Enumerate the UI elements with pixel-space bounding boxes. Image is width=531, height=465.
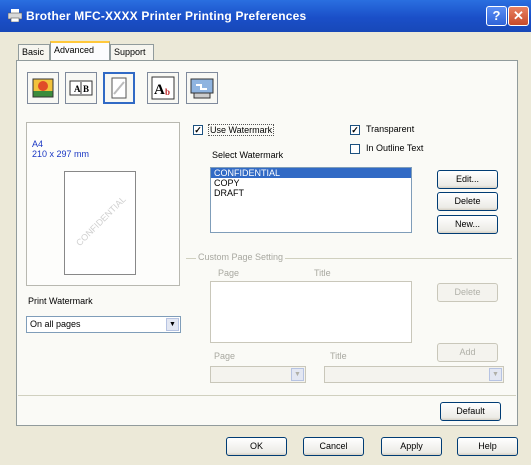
print-watermark-select[interactable]: On all pages ▼ bbox=[26, 316, 181, 333]
ok-button[interactable]: OK bbox=[226, 437, 287, 456]
settings-icon[interactable] bbox=[186, 72, 218, 104]
title-field-label: Title bbox=[330, 351, 347, 361]
window-title: Brother MFC-XXXX Printer Printing Prefer… bbox=[26, 9, 307, 23]
preview-watermark-text: CONFIDENTIAL bbox=[74, 194, 128, 248]
paper-size-label: A4 bbox=[32, 139, 44, 149]
watermark-icon[interactable] bbox=[103, 72, 135, 104]
scaling-icon[interactable]: AB bbox=[65, 72, 97, 104]
title-bar: Brother MFC-XXXX Printer Printing Prefer… bbox=[0, 0, 531, 32]
print-watermark-value: On all pages bbox=[30, 319, 81, 329]
printer-icon bbox=[8, 9, 22, 22]
svg-text:A: A bbox=[74, 84, 81, 94]
apply-button[interactable]: Apply bbox=[381, 437, 442, 456]
use-watermark-checkbox[interactable]: ✓ bbox=[193, 125, 203, 135]
chevron-down-icon[interactable]: ▼ bbox=[166, 318, 179, 331]
chevron-down-icon[interactable]: ▼ bbox=[291, 368, 304, 381]
chevron-down-icon[interactable]: ▼ bbox=[489, 368, 502, 381]
custom-page-list[interactable] bbox=[210, 281, 412, 343]
outline-text-checkbox[interactable] bbox=[350, 144, 360, 154]
paper-dims-label: 210 x 297 mm bbox=[32, 149, 90, 159]
title-select[interactable]: ▼ bbox=[324, 366, 504, 383]
list-item[interactable]: COPY bbox=[211, 178, 411, 188]
page-select[interactable]: ▼ bbox=[210, 366, 306, 383]
svg-text:A: A bbox=[154, 82, 165, 98]
select-watermark-label: Select Watermark bbox=[212, 150, 284, 160]
print-watermark-label: Print Watermark bbox=[28, 296, 93, 306]
list-item[interactable]: DRAFT bbox=[211, 188, 411, 198]
custom-page-setting-label: Custom Page Setting bbox=[196, 252, 286, 262]
svg-text:b: b bbox=[165, 87, 170, 97]
custom-title-column-label: Title bbox=[314, 268, 331, 278]
transparent-checkbox[interactable]: ✓ bbox=[350, 125, 360, 135]
transparent-label[interactable]: Transparent bbox=[366, 124, 414, 134]
custom-delete-button[interactable]: Delete bbox=[437, 283, 498, 302]
list-item[interactable]: CONFIDENTIAL bbox=[211, 168, 411, 178]
tab-basic[interactable]: Basic bbox=[18, 44, 50, 60]
use-watermark-label[interactable]: Use Watermark bbox=[208, 124, 275, 136]
delete-watermark-button[interactable]: Delete bbox=[437, 192, 498, 211]
text-style-icon[interactable]: Ab bbox=[147, 72, 179, 104]
help-button[interactable]: Help bbox=[457, 437, 518, 456]
paper-preview: CONFIDENTIAL bbox=[64, 171, 136, 275]
add-button[interactable]: Add bbox=[437, 343, 498, 362]
default-button[interactable]: Default bbox=[440, 402, 501, 421]
cancel-button[interactable]: Cancel bbox=[303, 437, 364, 456]
watermark-list[interactable]: CONFIDENTIAL COPY DRAFT bbox=[210, 167, 412, 233]
tab-support[interactable]: Support bbox=[110, 44, 154, 60]
separator bbox=[18, 395, 516, 396]
edit-button[interactable]: Edit... bbox=[437, 170, 498, 189]
custom-page-column-label: Page bbox=[218, 268, 240, 278]
help-title-button[interactable]: ? bbox=[486, 6, 507, 26]
new-button[interactable]: New... bbox=[437, 215, 498, 234]
close-button[interactable]: ✕ bbox=[508, 6, 529, 26]
color-icon[interactable] bbox=[27, 72, 59, 104]
outline-text-label[interactable]: In Outline Text bbox=[366, 143, 423, 153]
svg-text:B: B bbox=[83, 84, 89, 94]
tab-advanced[interactable]: Advanced bbox=[50, 41, 110, 60]
page-field-label: Page bbox=[214, 351, 236, 361]
